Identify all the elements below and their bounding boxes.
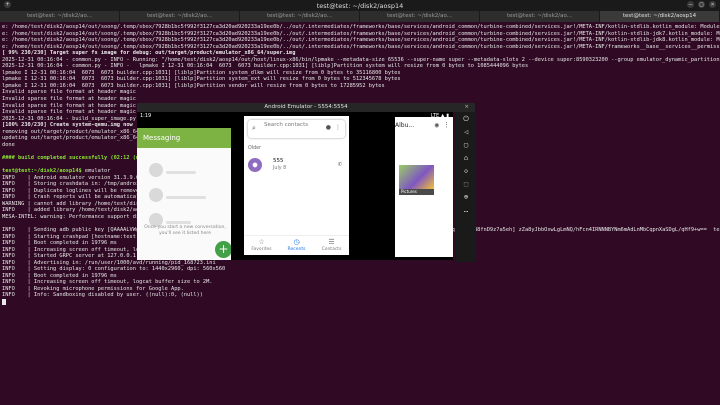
camera-icon[interactable]: ◉ (435, 121, 439, 129)
tab-1[interactable]: test@test: ~/disk2/ao... (0, 11, 120, 22)
recent-card-phone[interactable]: ⌕ Search contacts ● ⋮ Older ● 555 July 8… (244, 116, 349, 255)
call-date: July 8 (273, 166, 287, 171)
more-options-icon[interactable]: ⋮ (335, 124, 341, 131)
clock-icon: ◷ (293, 238, 300, 246)
window-title: test@test: ~/disk2/aosp14 (316, 1, 404, 10)
nav-label: Contacts (321, 247, 342, 252)
terminal-tab-bar: test@test: ~/disk2/ao... test@test: ~/di… (0, 11, 720, 22)
placeholder-line (166, 196, 206, 199)
emulator-side-toolbar: ⏻ ◁ ▢ ⌂ ◇ ⬚ ⊕ … (456, 112, 476, 262)
placeholder-avatar-icon (149, 163, 163, 177)
nav-label: Favorites (251, 247, 272, 252)
recent-card-messaging[interactable]: Messaging Once you start a new conversat… (137, 128, 231, 260)
placeholder-avatar-icon (149, 188, 163, 202)
log-line: e: /home/test/disk2/aosp14/out/soong/.te… (2, 37, 720, 44)
emulator-title: Android Emulator - 5554:5554 (264, 104, 348, 110)
maximize-icon[interactable]: □ (698, 1, 705, 8)
messaging-empty-text: Once you start a new conversation, you'l… (144, 225, 226, 236)
power-icon[interactable]: ⏻ (463, 115, 469, 124)
terminal-cursor (2, 298, 6, 305)
microphone-icon[interactable]: ● (326, 124, 331, 131)
minimize-icon[interactable]: – (687, 1, 694, 8)
close-icon[interactable]: × (709, 1, 716, 8)
more-icon[interactable]: … (464, 206, 468, 215)
messaging-empty-illustration (149, 162, 219, 231)
nav-favorites[interactable]: ☆ Favorites (244, 236, 279, 255)
call-history-section-label: Older (248, 146, 262, 151)
log-line: e: /home/test/disk2/aosp14/out/soong/.te… (2, 24, 720, 30)
tab-6-active[interactable]: test@test: ~/disk2/aosp14 (600, 11, 720, 22)
tab-5[interactable]: test@test: ~/disk2/ao... (480, 11, 600, 22)
recent-card-gallery[interactable]: Albu... ◉ ⋮ Pictures (395, 117, 453, 257)
tab-3[interactable]: test@test: ~/disk2/ao... (240, 11, 360, 22)
messaging-header: Messaging (137, 128, 231, 148)
volume-up-icon[interactable]: ◁ (464, 128, 468, 137)
volume-down-icon[interactable]: ▢ (464, 141, 468, 150)
start-chat-button[interactable]: + (215, 241, 231, 258)
search-input[interactable]: Search contacts (264, 122, 308, 129)
emulator-screen[interactable]: 1:19 LTE ▲ ▮ Messaging Once you start a … (137, 112, 453, 260)
phone-call-icon[interactable]: ✆ (338, 160, 342, 168)
emulator-close-icon[interactable]: × (464, 103, 469, 112)
tab-4[interactable]: test@test: ~/disk2/ao... (360, 11, 480, 22)
placeholder-line (166, 221, 191, 224)
contacts-icon: ☰ (328, 238, 335, 246)
contact-avatar-icon: ● (248, 158, 262, 172)
cursor-line (2, 298, 720, 306)
zoom-icon[interactable]: ⊕ (464, 193, 468, 202)
phone-bottom-nav: ☆ Favorites ◷ Recents ☰ Contacts (244, 235, 349, 255)
emulator-titlebar: Android Emulator - 5554:5554 × (137, 103, 475, 112)
more-options-icon[interactable]: ⋮ (443, 121, 450, 129)
screenshot-icon[interactable]: ⬚ (464, 180, 468, 189)
nav-contacts[interactable]: ☰ Contacts (314, 236, 349, 255)
nav-label: Recents (287, 247, 306, 252)
rotate-right-icon[interactable]: ◇ (464, 167, 468, 176)
shell-prompt: test@test:~/disk2/aosp14$ (2, 168, 82, 175)
star-icon: ☆ (258, 238, 265, 246)
placeholder-line (166, 171, 196, 174)
rotate-left-icon[interactable]: ⌂ (464, 154, 468, 163)
terminal-titlebar: test@test: ~/disk2/aosp14 + – □ × (0, 0, 720, 11)
status-time: 1:19 (140, 113, 152, 119)
shell-command: emulator (81, 168, 111, 175)
window-controls: – □ × (687, 1, 716, 8)
contacts-search-bar[interactable]: ⌕ Search contacts ● ⋮ (248, 120, 345, 138)
android-emulator-window[interactable]: Android Emulator - 5554:5554 × 1:19 LTE … (137, 103, 475, 260)
nav-recents[interactable]: ◷ Recents (279, 236, 314, 255)
album-label: Pictures (399, 189, 434, 195)
titlebar-left-controls: + (4, 1, 11, 8)
tab-2[interactable]: test@test: ~/disk2/ao... (120, 11, 240, 22)
album-thumbnail[interactable] (399, 165, 434, 191)
call-history-item[interactable]: ● 555 July 8 ✆ (248, 156, 345, 178)
new-tab-icon[interactable]: + (4, 1, 11, 8)
call-number: 555 (273, 158, 284, 164)
search-icon: ⌕ (252, 124, 256, 132)
